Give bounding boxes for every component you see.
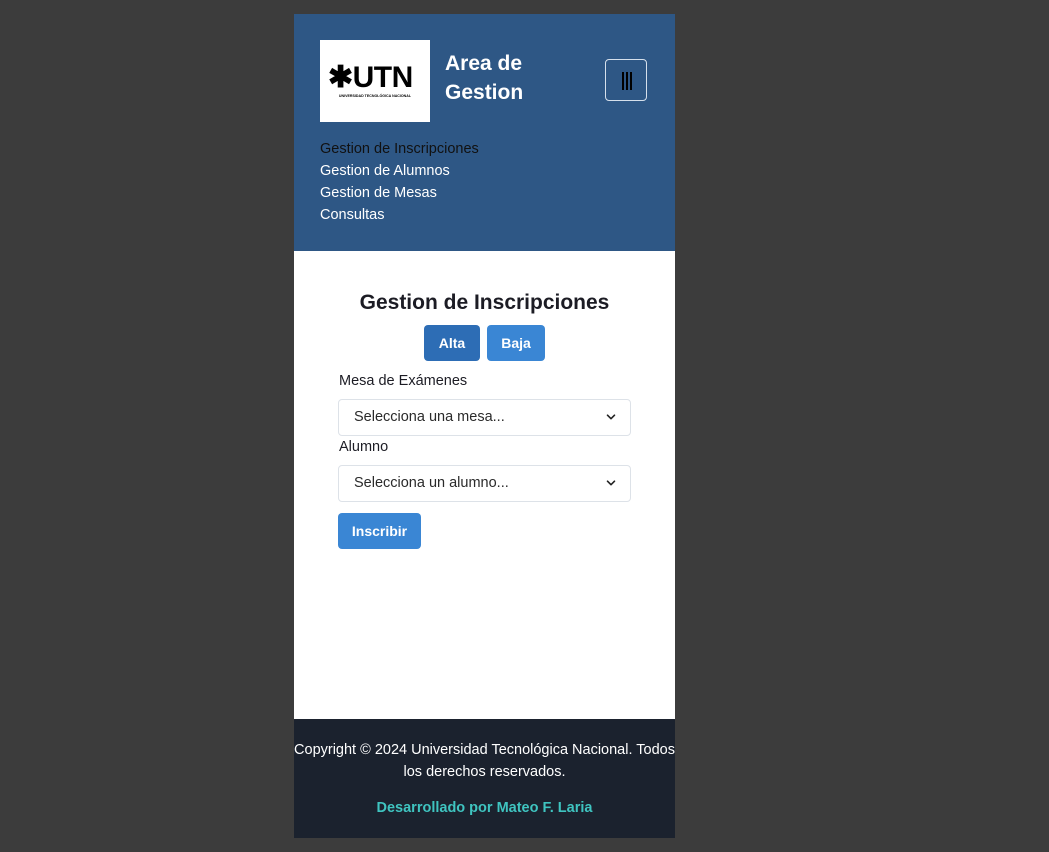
- footer: Copyright © 2024 Universidad Tecnológica…: [294, 719, 675, 838]
- nav-item-mesas[interactable]: Gestion de Mesas: [320, 182, 620, 204]
- alta-button[interactable]: Alta: [424, 325, 480, 361]
- utn-logo[interactable]: ✱UTN UNIVERSIDAD TECNOLÓGICA NACIONAL: [320, 40, 430, 122]
- menu-toggle-button[interactable]: [605, 59, 647, 101]
- nav-item-alumnos[interactable]: Gestion de Alumnos: [320, 160, 620, 182]
- inscribir-button[interactable]: Inscribir: [338, 513, 421, 549]
- main-content: Gestion de Inscripciones Alta Baja Mesa …: [294, 251, 675, 719]
- menu-icon: [622, 72, 632, 90]
- navbar: ✱UTN UNIVERSIDAD TECNOLÓGICA NACIONAL Ar…: [294, 14, 675, 251]
- nav-item-consultas[interactable]: Consultas: [320, 204, 620, 226]
- baja-button[interactable]: Baja: [487, 325, 545, 361]
- logo-mark: ✱UTN: [328, 61, 413, 94]
- alumno-label: Alumno: [339, 439, 389, 455]
- mesa-select[interactable]: Selecciona una mesa...: [338, 399, 631, 436]
- chevron-down-icon: [606, 480, 616, 486]
- mesa-select-value: Selecciona una mesa...: [354, 409, 505, 425]
- logo-subtitle: UNIVERSIDAD TECNOLÓGICA NACIONAL: [338, 94, 412, 98]
- mesa-label: Mesa de Exámenes: [339, 373, 468, 389]
- copyright-text: Copyright © 2024 Universidad Tecnológica…: [294, 742, 675, 780]
- brand-title[interactable]: Area de Gestion: [445, 49, 565, 107]
- chevron-down-icon: [606, 414, 616, 420]
- alumno-select[interactable]: Selecciona un alumno...: [338, 465, 631, 502]
- nav-menu: Gestion de Inscripciones Gestion de Alum…: [320, 138, 620, 226]
- nav-item-inscripciones[interactable]: Gestion de Inscripciones: [320, 138, 620, 160]
- alumno-select-value: Selecciona un alumno...: [354, 475, 509, 491]
- mobile-viewport: ✱UTN UNIVERSIDAD TECNOLÓGICA NACIONAL Ar…: [294, 14, 675, 838]
- developer-credit: Desarrollado por Mateo F. Laria: [376, 800, 593, 816]
- page-title: Gestion de Inscripciones: [359, 291, 610, 314]
